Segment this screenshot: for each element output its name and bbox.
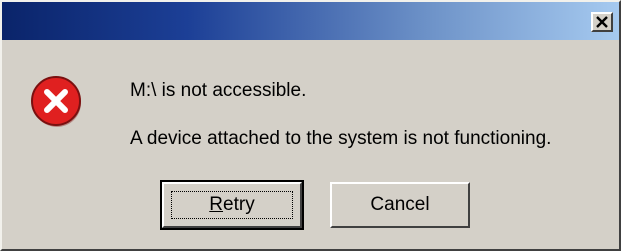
title-bar[interactable] [2, 2, 619, 40]
close-button[interactable] [591, 12, 613, 32]
cancel-button-label: Cancel [370, 194, 430, 215]
error-icon [30, 74, 84, 128]
message-line-2: A device attached to the system is not f… [130, 128, 552, 149]
retry-button-label: Retry [209, 194, 255, 215]
message-line-1: M:\ is not accessible. [130, 80, 307, 101]
retry-button[interactable]: Retry [160, 180, 304, 230]
cancel-button[interactable]: Cancel [330, 182, 470, 228]
error-dialog: M:\ is not accessible. A device attached… [0, 0, 621, 251]
close-icon [596, 16, 608, 28]
